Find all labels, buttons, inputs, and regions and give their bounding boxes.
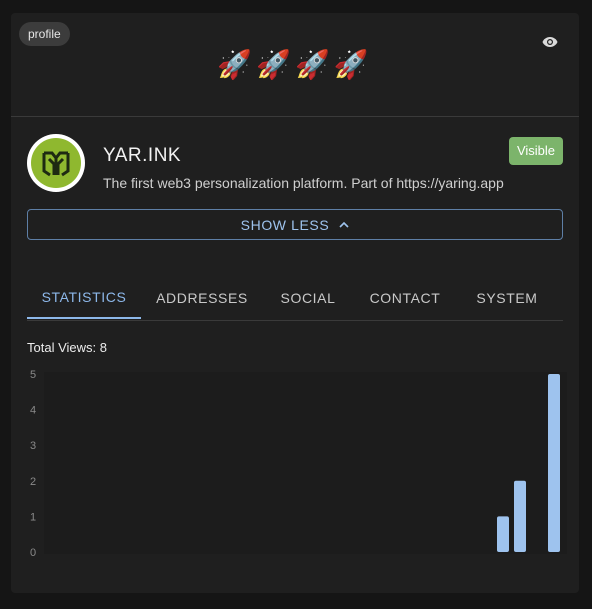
tab-statistics[interactable]: STATISTICS [27,276,141,319]
y-tick-label: 3 [30,440,36,452]
y-tick-label: 5 [30,369,36,381]
chart-bar [548,374,560,552]
y-tick-label: 2 [30,476,36,488]
tab-social[interactable]: SOCIAL [263,276,353,319]
logo-icon [31,138,81,188]
tab-contact[interactable]: CONTACT [353,276,457,319]
chart-bar [514,480,526,552]
tab-system[interactable]: SYSTEM [457,276,557,319]
tab-addresses[interactable]: ADDRESSES [141,276,263,319]
chart-bar [497,516,509,552]
chart-plot-area [44,372,567,554]
avatar [27,134,85,192]
profile-chip: profile [19,22,70,46]
show-less-button[interactable]: SHOW LESS [27,209,563,240]
rocket-emojis: 🚀🚀🚀🚀 [217,49,373,80]
eye-icon[interactable] [541,33,559,51]
profile-description: The first web3 personalization platform.… [103,175,504,191]
y-tick-label: 4 [30,405,36,417]
card-header: profile 🚀🚀🚀🚀 [11,13,579,117]
views-chart: 0 1 2 3 4 5 [30,369,567,559]
visibility-badge: Visible [508,137,563,165]
chevron-up-icon [339,221,349,228]
total-views: Total Views: 8 [27,340,107,355]
profile-name: YAR.INK [103,145,182,166]
profile-card: profile 🚀🚀🚀🚀 YAR.INK The first web3 pers… [11,13,579,593]
tab-bar: STATISTICS ADDRESSES SOCIAL CONTACT SYST… [27,276,563,321]
y-tick-label: 1 [30,511,36,523]
y-tick-label: 0 [30,547,36,559]
show-less-label: SHOW LESS [240,216,330,233]
